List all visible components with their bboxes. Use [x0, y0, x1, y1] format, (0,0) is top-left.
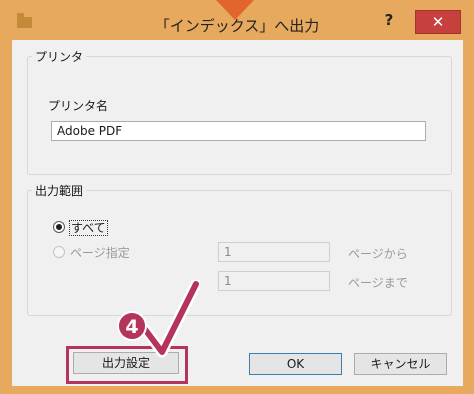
page-to-suffix: ページまで — [348, 276, 408, 290]
ok-button[interactable]: OK — [249, 353, 342, 375]
radio-page-range[interactable] — [53, 246, 65, 258]
printer-name-label: プリンタ名 — [48, 99, 109, 113]
page-to-input[interactable]: 1 — [218, 271, 330, 291]
radio-all-label[interactable]: すべて — [69, 219, 108, 236]
printer-group: プリンタ プリンタ名 Adobe PDF — [27, 48, 452, 175]
cancel-button[interactable]: キャンセル — [354, 353, 447, 375]
output-range-legend: 出力範囲 — [35, 184, 84, 198]
radio-page-range-label[interactable]: ページ指定 — [70, 244, 130, 261]
close-button[interactable]: ✕ — [415, 10, 461, 34]
printer-group-legend: プリンタ — [35, 50, 84, 64]
printer-name-field[interactable]: Adobe PDF — [51, 121, 426, 141]
radio-all[interactable] — [53, 221, 65, 233]
dialog-body: プリンタ プリンタ名 Adobe PDF 出力範囲 すべて ページ指定 1 ペー… — [12, 40, 463, 386]
radio-all-text: すべて — [69, 220, 108, 236]
page-from-suffix: ページから — [348, 247, 408, 261]
checkmark-icon — [140, 280, 200, 358]
step-number-badge: 4 — [117, 311, 147, 341]
page-from-input[interactable]: 1 — [218, 242, 330, 262]
output-range-group: 出力範囲 すべて ページ指定 1 ページから 1 ページまで — [27, 182, 452, 316]
help-button[interactable]: ? — [375, 9, 403, 33]
pointer-arrow-annotation — [216, 0, 254, 20]
